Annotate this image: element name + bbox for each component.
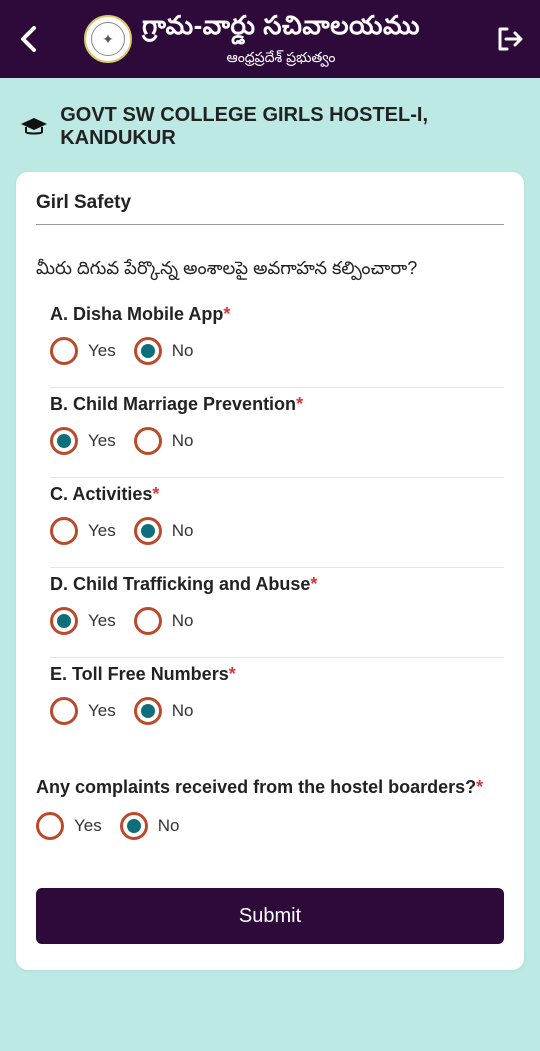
radio-label-yes: Yes — [88, 611, 116, 631]
required-asterisk: * — [296, 394, 303, 414]
top-bar: ✦ గ్రామ-వార్డు సచివాలయము ఆంధ్రప్రదేశ్ ప్… — [0, 0, 540, 78]
question-block: C. Activities* Yes No — [50, 478, 504, 568]
chevron-left-icon — [18, 25, 40, 53]
page-body: GOVT SW COLLEGE GIRLS HOSTEL-I, KANDUKUR… — [0, 78, 540, 994]
radio-yes[interactable]: Yes — [50, 427, 116, 455]
complaints-radio-yes[interactable]: Yes — [36, 812, 102, 840]
radio-yes[interactable]: Yes — [50, 517, 116, 545]
radio-no[interactable]: No — [134, 427, 194, 455]
emblem-icon: ✦ — [84, 15, 132, 63]
radio-label-no: No — [172, 521, 194, 541]
radio-row: Yes No — [50, 337, 504, 365]
radio-row: Yes No — [50, 697, 504, 725]
question-label: B. Child Marriage Prevention* — [50, 394, 504, 415]
top-bar-left: ✦ గ్రామ-వార్డు సచివాలయము ఆంధ్రప్రదేశ్ ప్… — [14, 10, 420, 69]
logout-button[interactable] — [492, 22, 526, 56]
required-asterisk: * — [223, 304, 230, 324]
brand-title: గ్రామ-వార్డు సచివాలయము — [142, 10, 420, 47]
graduation-cap-icon — [20, 112, 48, 142]
back-button[interactable] — [14, 24, 44, 54]
complaints-label: Any complaints received from the hostel … — [36, 777, 504, 798]
question-block: D. Child Trafficking and Abuse* Yes No — [50, 568, 504, 658]
submit-button[interactable]: Submit — [36, 888, 504, 944]
section-title: Girl Safety — [36, 192, 504, 225]
lead-question: మీరు దిగువ పేర్కొన్న అంశాలపై అవగాహన కల్ప… — [36, 255, 504, 282]
radio-label-yes: Yes — [88, 701, 116, 721]
radio-label-yes: Yes — [88, 431, 116, 451]
required-asterisk: * — [152, 484, 159, 504]
radio-row: Yes No — [50, 517, 504, 545]
radio-yes[interactable]: Yes — [50, 337, 116, 365]
required-asterisk: * — [229, 664, 236, 684]
page-title: GOVT SW COLLEGE GIRLS HOSTEL-I, KANDUKUR — [60, 104, 520, 150]
page-title-row: GOVT SW COLLEGE GIRLS HOSTEL-I, KANDUKUR — [20, 104, 520, 150]
question-block: B. Child Marriage Prevention* Yes No — [50, 388, 504, 478]
question-label: E. Toll Free Numbers* — [50, 664, 504, 685]
radio-no[interactable]: No — [134, 517, 194, 545]
radio-row: Yes No — [50, 607, 504, 635]
radio-label-no: No — [172, 341, 194, 361]
complaints-radio-row: Yes No — [36, 812, 504, 840]
complaints-radio-no[interactable]: No — [120, 812, 180, 840]
radio-no[interactable]: No — [134, 697, 194, 725]
radio-label-no: No — [172, 431, 194, 451]
required-asterisk: * — [476, 777, 483, 797]
radio-label-yes: Yes — [88, 521, 116, 541]
question-label: C. Activities* — [50, 484, 504, 505]
radio-row: Yes No — [50, 427, 504, 455]
radio-yes[interactable]: Yes — [50, 697, 116, 725]
complaints-block: Any complaints received from the hostel … — [36, 777, 504, 840]
radio-yes[interactable]: Yes — [50, 607, 116, 635]
question-block: A. Disha Mobile App* Yes No — [50, 298, 504, 388]
question-label: A. Disha Mobile App* — [50, 304, 504, 325]
radio-label-no: No — [172, 611, 194, 631]
radio-no[interactable]: No — [134, 607, 194, 635]
radio-no[interactable]: No — [134, 337, 194, 365]
question-block: E. Toll Free Numbers* Yes No — [50, 658, 504, 747]
radio-label-yes: Yes — [88, 341, 116, 361]
brand-block: ✦ గ్రామ-వార్డు సచివాలయము ఆంధ్రప్రదేశ్ ప్… — [84, 10, 420, 69]
brand-text: గ్రామ-వార్డు సచివాలయము ఆంధ్రప్రదేశ్ ప్రభ… — [142, 10, 420, 69]
radio-label-yes: Yes — [74, 816, 102, 836]
question-label: D. Child Trafficking and Abuse* — [50, 574, 504, 595]
required-asterisk: * — [310, 574, 317, 594]
form-card: Girl Safety మీరు దిగువ పేర్కొన్న అంశాలపై… — [16, 172, 524, 970]
radio-label-no: No — [172, 701, 194, 721]
radio-label-no: No — [158, 816, 180, 836]
brand-subtitle: ఆంధ్రప్రదేశ్ ప్రభుత్వం — [142, 49, 420, 69]
logout-icon — [494, 24, 524, 54]
